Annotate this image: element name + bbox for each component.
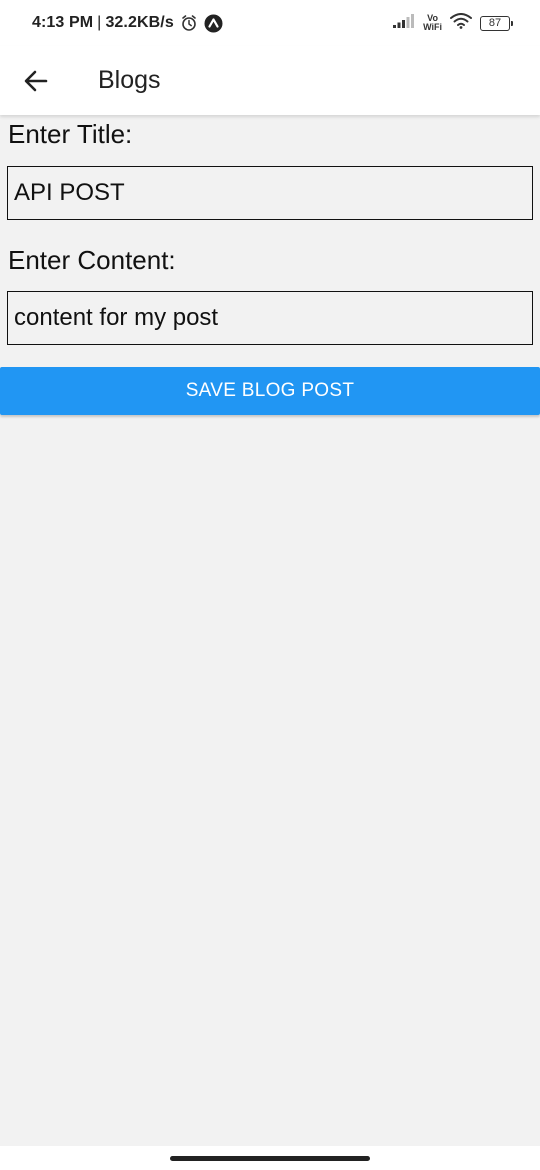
battery-level: 87 bbox=[488, 17, 502, 29]
vowifi-bottom: WiFi bbox=[423, 22, 442, 32]
content-label: Enter Content: bbox=[8, 245, 176, 275]
status-separator: | bbox=[97, 14, 102, 31]
page-title: Blogs bbox=[98, 66, 161, 94]
arrow-up-circle-icon bbox=[204, 14, 223, 33]
signal-icon bbox=[393, 13, 415, 33]
wifi-icon bbox=[450, 12, 472, 34]
alarm-icon bbox=[180, 14, 198, 32]
home-indicator[interactable] bbox=[170, 1156, 370, 1161]
status-left: 4:13 PM | 32.2KB/s bbox=[32, 14, 223, 33]
title-label: Enter Title: bbox=[8, 119, 133, 149]
app-bar: Blogs bbox=[0, 46, 540, 115]
arrow-left-icon bbox=[24, 70, 48, 91]
battery-icon: 87 bbox=[480, 15, 513, 31]
vowifi-indicator: Vo WiFi bbox=[423, 14, 442, 32]
navigation-bar bbox=[0, 1146, 540, 1170]
status-right: Vo WiFi 87 bbox=[393, 12, 513, 34]
status-time: 4:13 PM bbox=[32, 14, 94, 31]
status-speed: 32.2KB/s bbox=[105, 14, 174, 31]
screen: 4:13 PM | 32.2KB/s Vo WiFi 87 Blogs Ente… bbox=[0, 0, 540, 1170]
status-bar: 4:13 PM | 32.2KB/s Vo WiFi 87 bbox=[0, 0, 540, 46]
save-blog-post-button[interactable]: SAVE BLOG POST bbox=[0, 367, 540, 415]
content-input[interactable] bbox=[7, 291, 533, 345]
title-input[interactable] bbox=[7, 166, 533, 220]
back-button[interactable] bbox=[10, 55, 62, 107]
